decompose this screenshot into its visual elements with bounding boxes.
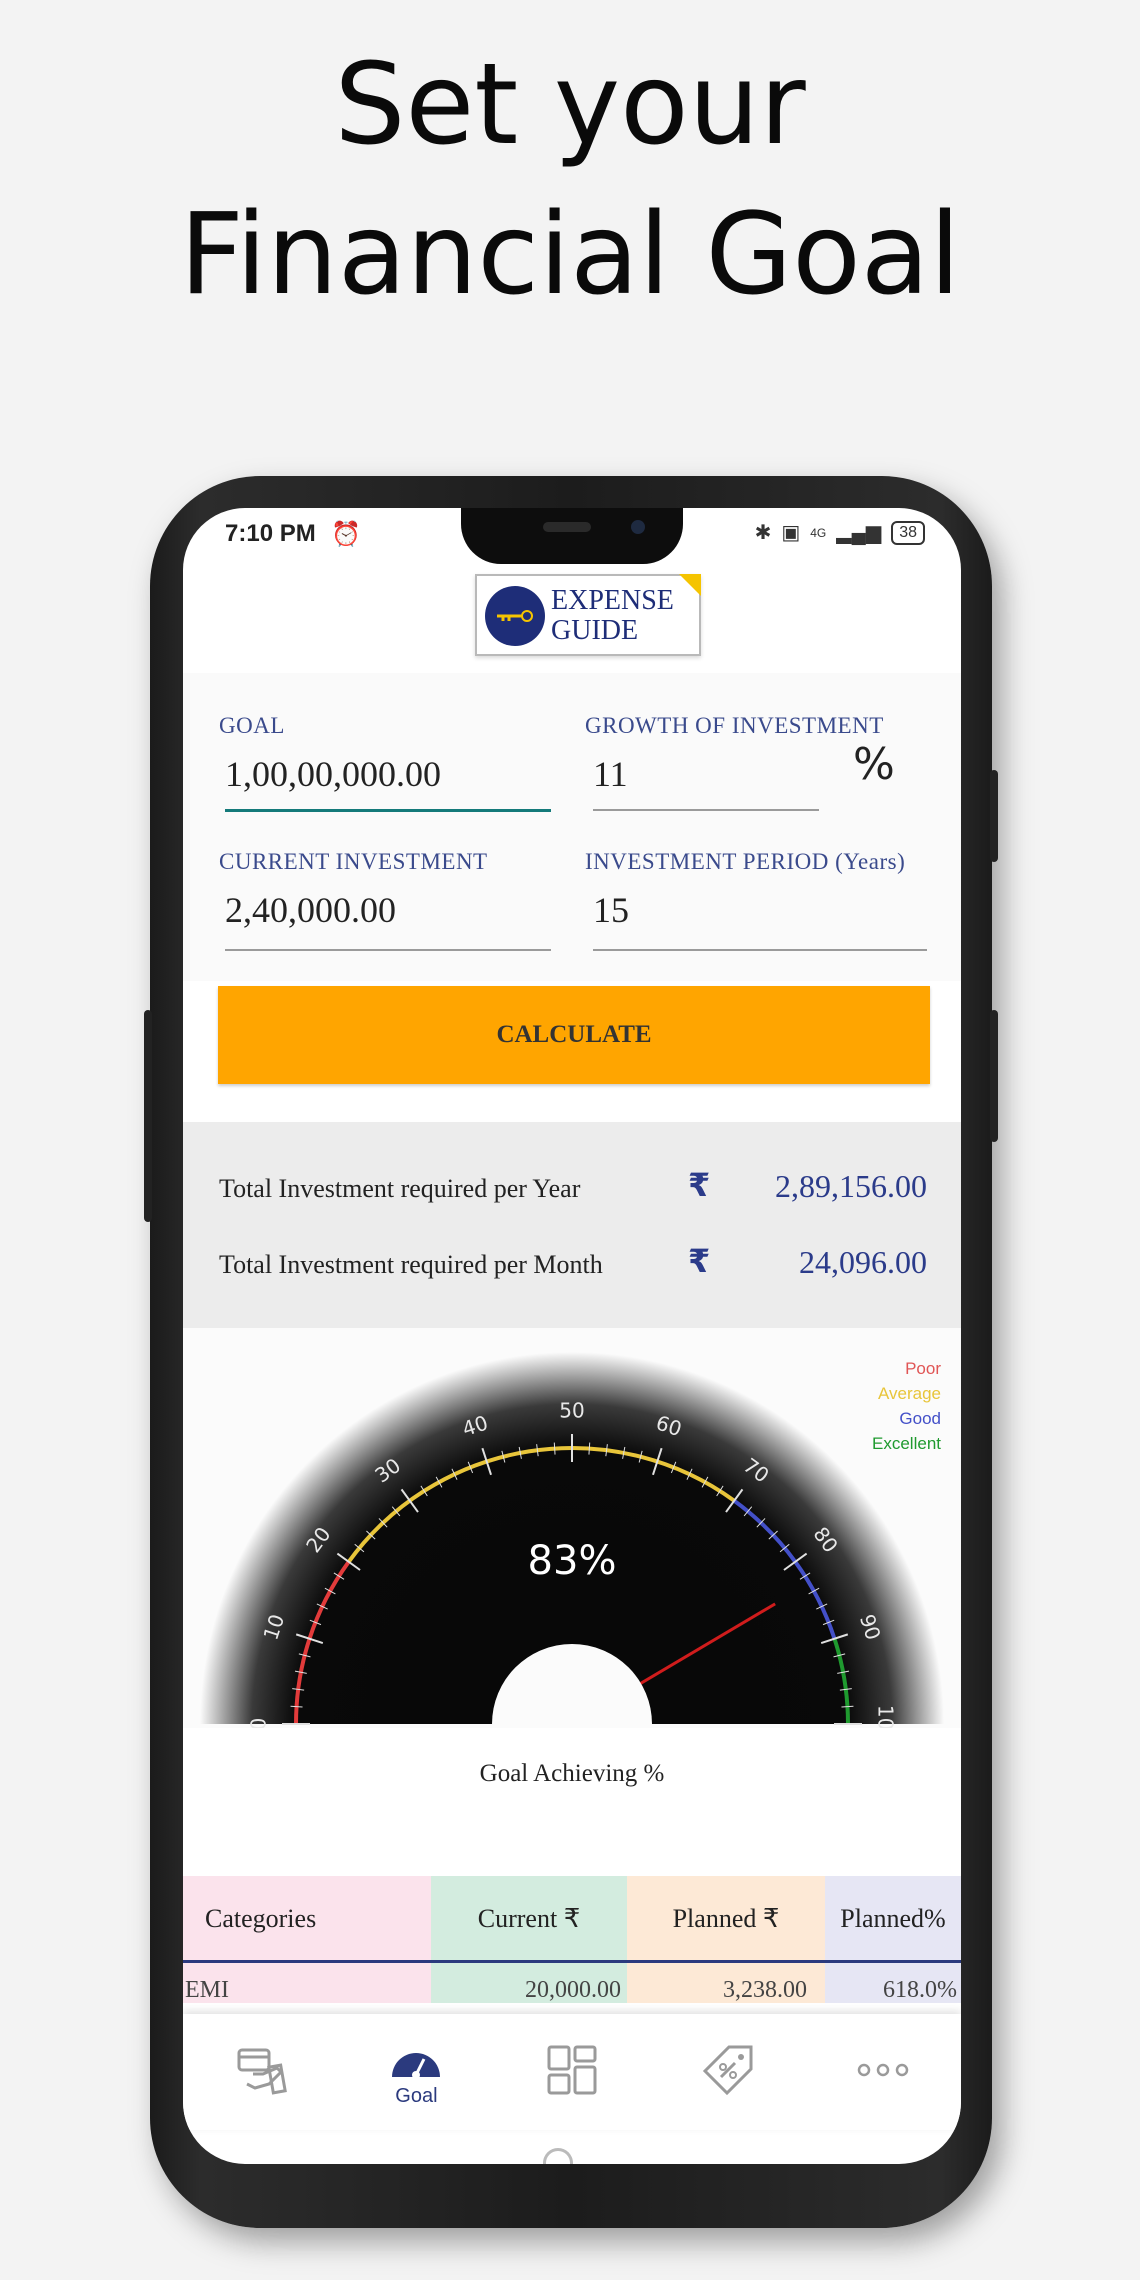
discount-tag-icon [702,2045,753,2096]
bottom-navigation: Goal [183,2014,961,2130]
investment-period-input[interactable]: 15 [593,889,629,931]
speedometer-icon [392,2052,441,2079]
headline-line-1: Set your [334,40,806,170]
alarm-clock-icon: ⏰ [331,521,361,548]
gauge-tick-label: 100 [874,1705,898,1728]
gauge-chart: 010203040 50 60708090100 83% [183,1328,961,1728]
logo-line-2: GUIDE [551,615,639,646]
battery-level: 38 [899,523,917,541]
phone-slider-button [144,1010,152,1222]
current-investment-underline [225,949,551,951]
bluetooth-icon: ✱ [754,522,772,544]
nav-item-more[interactable] [805,2014,961,2130]
goal-input[interactable]: 1,00,00,000.00 [225,753,441,795]
legend-poor: Poor [905,1359,941,1378]
home-indicator[interactable] [543,2148,573,2164]
front-camera [631,520,645,534]
network-type: 4G [810,525,827,540]
notch [461,508,683,564]
table-row[interactable]: EMI 20,000.00 3,238.00 618.0% [183,1963,961,2003]
per-month-label: Total Investment required per Month [219,1250,603,1279]
battery-icon: 38 [891,520,925,545]
logo-line-1: EXPENSE [551,585,674,616]
header-planned: Planned ₹ [627,1876,825,1962]
dashboard-grid-icon [547,2045,597,2095]
per-month-value: 24,096.00 [799,1244,927,1280]
table-header: Categories Current ₹ Planned ₹ Planned% [183,1876,961,1962]
gauge-caption: Goal Achieving % [479,1760,665,1787]
gauge-tick-label: 50 [559,1399,584,1423]
growth-input[interactable]: 11 [593,753,628,795]
goal-form: GOAL 1,00,00,000.00 GROWTH OF INVESTMENT… [183,673,961,981]
more-dots-icon [857,2063,909,2077]
nav-label-goal: Goal [395,2084,438,2107]
header-planned-percent: Planned% [825,1876,961,1962]
header-current: Current ₹ [431,1876,627,1962]
status-time: 7:10 PM [225,520,316,547]
investment-period-underline [593,949,927,951]
legend-average: Average [877,1384,941,1403]
investment-period-label: INVESTMENT PERIOD (Years) [585,849,906,874]
nav-item-expense[interactable] [183,2014,339,2130]
goal-label: GOAL [219,713,285,738]
phone-screen: 7:10 PM ⏰ ✱ ▣ 4G ▂▄▆ 38 EXPENSE GUIDE GO… [183,508,961,2164]
legend-good: Good [899,1409,941,1428]
nav-item-offers[interactable] [650,2014,806,2130]
row-planned: 3,238.00 [627,1963,825,2003]
expense-hand-icon [237,2048,287,2095]
logo-text: EXPENSE GUIDE [551,586,674,646]
app-logo: EXPENSE GUIDE [475,574,701,656]
percent-unit: % [853,739,895,790]
rupee-icon: ₹ [688,1167,711,1203]
promo-headline: Set your Financial Goal [0,30,1140,330]
header-categories: Categories [183,1876,431,1962]
row-category: EMI [183,1963,431,2003]
key-icon [497,610,533,622]
nav-item-dashboard[interactable] [494,2014,650,2130]
rupee-icon: ₹ [688,1243,711,1279]
status-icons: ✱ ▣ 4G ▂▄▆ 38 [755,520,925,545]
calculate-button[interactable]: CALCULATE [218,986,930,1084]
growth-input-underline [593,809,819,811]
current-investment-label: CURRENT INVESTMENT [219,849,488,874]
goal-input-underline [225,809,551,812]
legend-excellent: Excellent [872,1434,941,1453]
row-current: 20,000.00 [431,1963,627,2003]
speaker [543,522,591,532]
row-planned-percent: 618.0% [825,1963,961,2003]
current-investment-input[interactable]: 2,40,000.00 [225,889,396,931]
logo-corner-accent [679,574,701,596]
per-year-value: 2,89,156.00 [775,1168,927,1204]
nav-item-goal[interactable]: Goal [339,2014,495,2130]
signal-icon: ▂▄▆ [836,522,882,544]
goal-gauge: 0 10 20 30 40 50 60 70 80 90 100 83% Poor Average … [183,1328,961,1728]
per-year-label: Total Investment required per Year [219,1174,581,1203]
phone-volume-button [990,1010,998,1142]
results-panel: Total Investment required per Year ₹ 2,8… [183,1122,961,1328]
vibrate-icon: ▣ [781,522,801,544]
gauge-legend: Poor Average Good Excellent [872,1356,941,1456]
gauge-tick-label: 0 [247,1718,271,1728]
gauge-value: 83% [528,1538,617,1584]
growth-label: GROWTH OF INVESTMENT [585,713,884,738]
headline-line-2: Financial Goal [179,190,961,320]
phone-power-button [990,770,998,862]
